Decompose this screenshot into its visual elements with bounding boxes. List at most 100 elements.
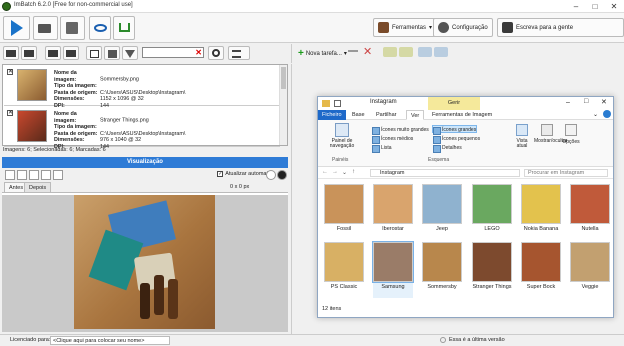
maximize-button[interactable]: □	[584, 98, 588, 105]
chevron-down-icon[interactable]: ⌄	[593, 111, 598, 118]
tab-share[interactable]: Partilhar	[372, 110, 400, 120]
list-option[interactable]: Lista	[372, 144, 392, 153]
open-button[interactable]	[33, 16, 58, 40]
icons-large-option[interactable]: Ícones grandes	[432, 125, 478, 135]
new-task-button[interactable]: + Nova tarefa... ▾	[295, 47, 350, 60]
view-mode-button[interactable]	[228, 46, 250, 60]
file-item[interactable]: PS Classic	[324, 242, 364, 298]
zoom-in-button[interactable]	[17, 170, 27, 180]
file-thumbnail	[521, 184, 561, 224]
current-view-icon	[516, 124, 528, 136]
remove-all-button[interactable]	[63, 46, 79, 60]
forward-button[interactable]: →	[332, 169, 338, 175]
nav-pane-button[interactable]: Painel de navegação	[326, 121, 358, 149]
icons-xl-option[interactable]: Ícones muito grandes	[372, 126, 429, 135]
tools-button[interactable]: Ferramentas ▾	[373, 18, 438, 37]
fit-button[interactable]	[41, 170, 51, 180]
add-folder-button[interactable]	[21, 46, 37, 60]
gear-icon	[438, 22, 449, 33]
show-hide-button[interactable]: Mostrar/ocultar	[534, 121, 567, 144]
image-remove-icon	[48, 50, 58, 57]
item-checkbox[interactable]: ✕	[7, 69, 13, 75]
save-button[interactable]	[60, 16, 85, 40]
icons-small-option[interactable]: Ícones pequenos	[433, 135, 480, 144]
undo-button[interactable]	[383, 47, 397, 57]
address-input[interactable]: Instagram	[370, 169, 520, 177]
file-item[interactable]: LEGO	[472, 184, 512, 240]
write-to-us-button[interactable]: Escreva para a gente	[497, 18, 624, 37]
move-up-button[interactable]	[418, 47, 432, 57]
recent-button[interactable]: ⌄	[342, 169, 347, 176]
status-bar: Licenciado para: <Clique aqui para coloc…	[0, 334, 624, 346]
item-checkbox[interactable]: ✕	[7, 110, 13, 116]
search-button[interactable]	[208, 46, 224, 60]
settings-button[interactable]: Configuração	[433, 18, 493, 37]
file-item[interactable]: Nokia Banana	[521, 184, 561, 240]
tab-file[interactable]: Ficheiro	[318, 110, 346, 120]
minimize-button[interactable]: –	[566, 99, 570, 106]
collapse-button[interactable]	[348, 50, 358, 52]
close-button[interactable]: ✕	[601, 98, 607, 106]
details-option[interactable]: Detalhes	[433, 144, 462, 153]
chevron-down-icon: ▾	[343, 51, 347, 57]
cart-button[interactable]	[113, 16, 135, 40]
file-thumbnail	[422, 242, 462, 282]
image-counts: Imagens: 6; Selecionadas: 6; Marcadas: 6	[3, 147, 106, 153]
list-item[interactable]: ✕ Nome da imagem: Stranger Things.png Tip…	[4, 107, 280, 150]
chevron-down-icon: ▾	[429, 25, 433, 31]
delete-task-button[interactable]: ✕	[363, 46, 372, 58]
file-item[interactable]: Fossil	[324, 184, 364, 240]
nav-pane-icon	[335, 123, 349, 137]
explorer-title-bar: Instagram Gerir – □ ✕	[318, 97, 613, 110]
back-button[interactable]: ←	[322, 169, 328, 175]
check-all-button[interactable]	[86, 46, 102, 60]
explorer-search-input[interactable]: Procurar em Instagram	[524, 169, 608, 177]
filter-button[interactable]	[122, 46, 138, 60]
search-input[interactable]: ✕	[142, 47, 204, 58]
up-button[interactable]: ↑	[352, 169, 355, 175]
run-button[interactable]	[3, 16, 30, 40]
sort-icon	[107, 50, 117, 58]
current-view-button[interactable]: Vista atual	[512, 121, 532, 149]
redo-button[interactable]	[399, 47, 413, 57]
file-item[interactable]: Veggie	[570, 242, 610, 298]
maximize-button[interactable]: □	[586, 0, 604, 13]
remove-image-button[interactable]	[45, 46, 61, 60]
file-item[interactable]: Iberostar	[373, 184, 413, 240]
minimize-button[interactable]: –	[567, 0, 585, 13]
help-icon[interactable]	[603, 110, 611, 118]
file-item[interactable]: Jeep	[422, 184, 462, 240]
zoom-out-button[interactable]	[29, 170, 39, 180]
quick-access-icon[interactable]	[334, 100, 341, 107]
folder-add-icon	[24, 50, 34, 57]
file-item[interactable]: Stranger Things	[472, 242, 512, 298]
options-button[interactable]: Opções	[560, 121, 582, 145]
file-item[interactable]: Sommersby	[422, 242, 462, 298]
tab-home[interactable]: Base	[348, 110, 369, 120]
list-scrollbar[interactable]	[279, 65, 287, 145]
sort-button[interactable]	[104, 46, 120, 60]
file-item[interactable]: Super Bock	[521, 242, 561, 298]
pan-tool-button[interactable]	[5, 170, 15, 180]
auto-update-checkbox[interactable]: ✓	[217, 171, 224, 177]
eye-icon	[94, 24, 107, 32]
auto-update-toggle[interactable]: ✓ Atualizar automatic	[217, 171, 272, 177]
preview-toggle-button[interactable]	[89, 16, 111, 40]
tab-view[interactable]: Ver	[406, 110, 425, 120]
refresh-button[interactable]	[266, 170, 276, 180]
move-down-button[interactable]	[434, 47, 448, 57]
preview-canvas[interactable]	[2, 195, 288, 332]
clear-search-icon[interactable]: ✕	[195, 48, 202, 58]
file-item[interactable]: Nutella	[570, 184, 610, 240]
icons-medium-option[interactable]: Ícones médios	[372, 135, 413, 144]
actual-size-button[interactable]	[53, 170, 63, 180]
close-button[interactable]: ✕	[605, 0, 623, 13]
folder-icon	[38, 24, 51, 33]
file-item[interactable]: Samsung	[372, 241, 414, 298]
color-button[interactable]	[277, 170, 287, 180]
list-item[interactable]: ✕ Nome da imagem: Sommersby.png Tipo da i…	[4, 66, 280, 109]
add-image-button[interactable]	[3, 46, 19, 60]
tab-image-tools[interactable]: Ferramentas de Imagem	[428, 110, 496, 120]
tab-after[interactable]: Depois	[24, 182, 52, 192]
license-name-input[interactable]: <Clique aqui para colocar seu nome>	[50, 336, 170, 345]
